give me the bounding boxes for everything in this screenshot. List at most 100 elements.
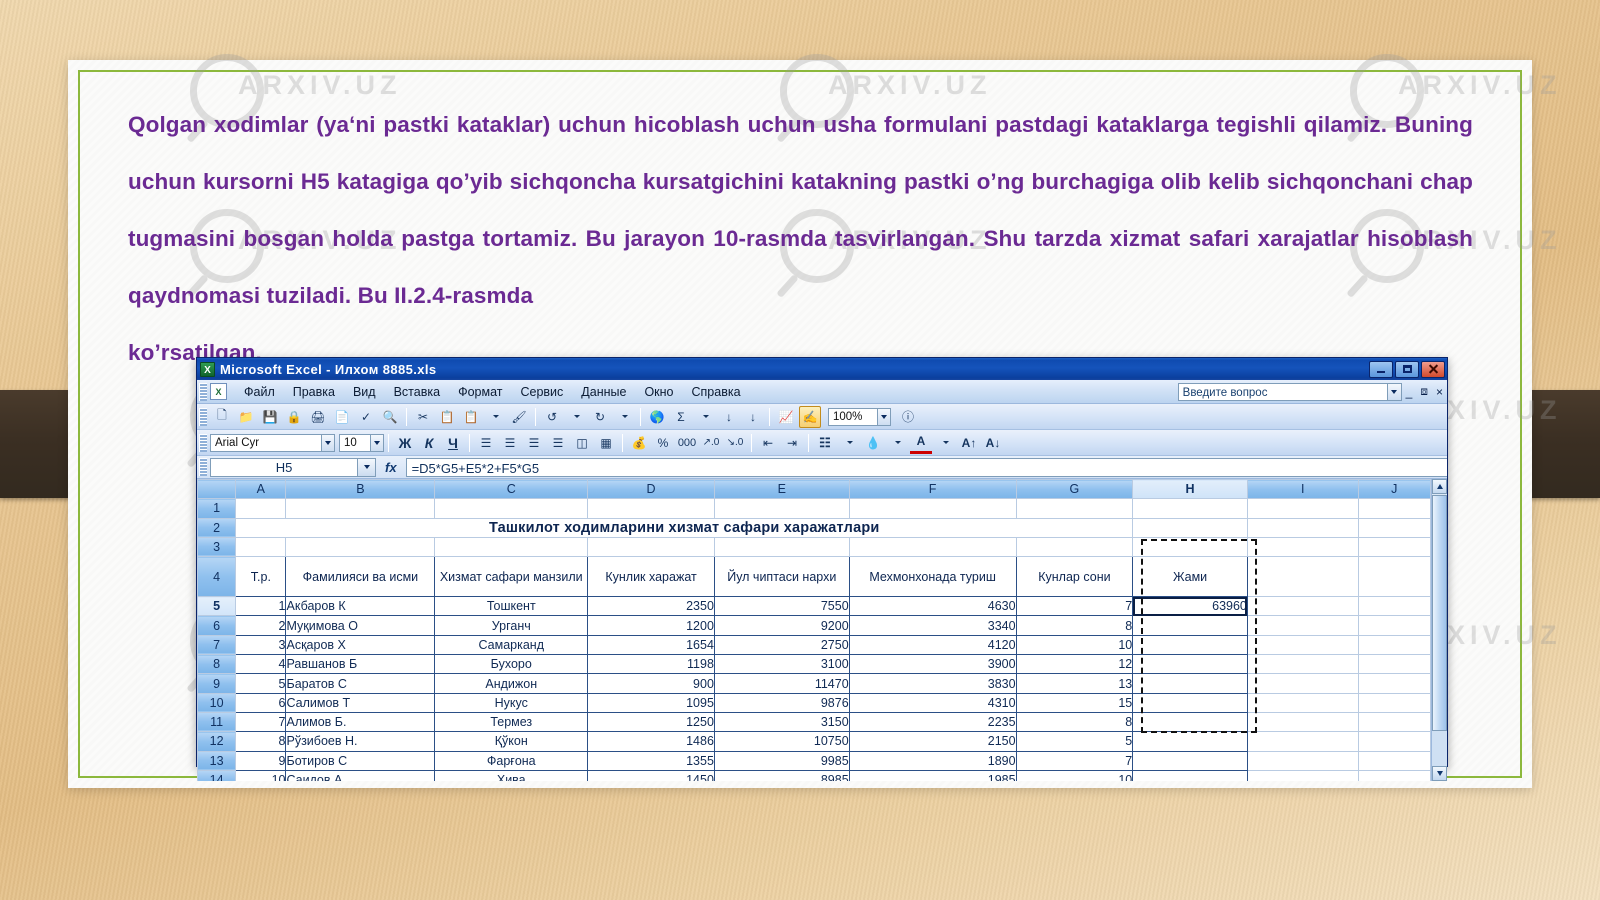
formula-bar-drag-handle[interactable] xyxy=(199,458,207,476)
cell-f4-hotel[interactable]: Мехмонхонада туриш xyxy=(848,556,1017,598)
menu-item-help[interactable]: Справка xyxy=(683,383,750,401)
chart-icon[interactable]: 📈 xyxy=(775,406,797,428)
cell-f7[interactable]: 4120 xyxy=(848,634,1017,656)
borders-icon[interactable]: ☷ xyxy=(814,432,836,454)
cell-i9[interactable] xyxy=(1246,673,1359,694)
cell-d5[interactable]: 2350 xyxy=(587,596,715,617)
paste-icon[interactable]: 📋 xyxy=(460,406,482,428)
row-header-13[interactable]: 13 xyxy=(197,750,237,771)
cell-i5[interactable] xyxy=(1246,596,1359,617)
cell-h5-active[interactable]: 63960 xyxy=(1132,596,1248,617)
cell-i11[interactable] xyxy=(1246,711,1359,733)
cell-j3[interactable] xyxy=(1357,536,1431,558)
cell-c4-destination[interactable]: Хизмат сафари манзили xyxy=(434,556,589,598)
cell-d10[interactable]: 1095 xyxy=(587,692,715,713)
cell-a4-tr[interactable]: Т.р. xyxy=(235,556,287,598)
cell-c8[interactable]: Бухоро xyxy=(434,654,589,675)
cell-c12[interactable]: Қўкон xyxy=(434,731,589,752)
comma-style-icon[interactable]: 000 xyxy=(676,432,698,454)
justify-icon[interactable]: ☰ xyxy=(547,432,569,454)
decrease-decimal-icon[interactable]: ↘.0 xyxy=(724,432,746,454)
menu-item-data[interactable]: Данные xyxy=(572,383,635,401)
align-left-icon[interactable]: ☰ xyxy=(475,432,497,454)
cell-b6[interactable]: Муқимова О xyxy=(285,615,436,636)
row-header-11[interactable]: 11 xyxy=(197,711,237,733)
row-header-3[interactable]: 3 xyxy=(197,536,237,558)
merge-center-icon[interactable]: ◫ xyxy=(571,432,593,454)
cell-c13[interactable]: Фарғона xyxy=(434,750,589,771)
cell-j11[interactable] xyxy=(1357,711,1431,733)
name-box[interactable]: H5 xyxy=(210,457,358,477)
sort-asc-icon[interactable]: ↓ xyxy=(718,406,740,428)
cell-a13[interactable]: 9 xyxy=(235,750,287,771)
cell-d13[interactable]: 1355 xyxy=(587,750,715,771)
cell-a12[interactable]: 8 xyxy=(235,731,287,752)
autosum-dropdown-icon[interactable] xyxy=(694,406,716,428)
column-header-j[interactable]: J xyxy=(1357,479,1431,500)
paste-dropdown-icon[interactable] xyxy=(484,406,506,428)
bold-button[interactable]: Ж xyxy=(394,432,416,454)
font-size-value[interactable]: 10 xyxy=(339,433,371,452)
cell-d9[interactable]: 900 xyxy=(587,673,715,694)
cell-sheet-title[interactable]: Ташкилот ходимларини хизмат сафари хараж… xyxy=(235,517,1134,538)
column-header-d[interactable]: D xyxy=(587,479,715,500)
cell-c5[interactable]: Тошкент xyxy=(434,596,589,617)
cell-f3[interactable] xyxy=(848,536,1017,558)
currency-icon[interactable]: 💰 xyxy=(628,432,650,454)
cell-f9[interactable]: 3830 xyxy=(848,673,1017,694)
cell-d3[interactable] xyxy=(587,536,715,558)
cell-h7[interactable] xyxy=(1132,634,1248,656)
column-header-h[interactable]: H xyxy=(1132,479,1248,500)
cell-h10[interactable] xyxy=(1132,692,1248,713)
copy-icon[interactable]: 📋 xyxy=(436,406,458,428)
cell-h6[interactable] xyxy=(1132,615,1248,636)
cell-a1[interactable] xyxy=(235,498,287,519)
cell-a8[interactable]: 4 xyxy=(235,654,287,675)
close-doc-button[interactable]: × xyxy=(1432,385,1447,399)
cell-h2[interactable] xyxy=(1132,517,1248,538)
column-header-g[interactable]: G xyxy=(1015,479,1134,500)
print-icon[interactable]: 🖨 xyxy=(307,406,329,428)
cell-c1[interactable] xyxy=(434,498,589,519)
cell-f14[interactable]: 1985 xyxy=(848,769,1017,781)
cell-c3[interactable] xyxy=(434,536,589,558)
fill-color-dropdown-icon[interactable] xyxy=(886,432,908,454)
minimize-doc-button[interactable]: _ xyxy=(1402,385,1417,399)
cell-f13[interactable]: 1890 xyxy=(848,750,1017,771)
cell-g12[interactable]: 5 xyxy=(1015,731,1134,752)
shrink-font-icon[interactable]: A↓ xyxy=(982,432,1004,454)
save-icon[interactable]: 💾 xyxy=(259,406,281,428)
cell-b8[interactable]: Равшанов Б xyxy=(285,654,436,675)
cell-j9[interactable] xyxy=(1357,673,1431,694)
cell-h14[interactable] xyxy=(1132,769,1248,781)
cell-c7[interactable]: Самарканд xyxy=(434,634,589,656)
increase-decimal-icon[interactable]: ↗.0 xyxy=(700,432,722,454)
increase-indent-icon[interactable]: ⇥ xyxy=(781,432,803,454)
row-header-6[interactable]: 6 xyxy=(197,615,237,636)
row-header-2[interactable]: 2 xyxy=(197,517,237,538)
cell-d12[interactable]: 1486 xyxy=(587,731,715,752)
zoom-dropdown-icon[interactable] xyxy=(878,407,891,426)
row-header-7[interactable]: 7 xyxy=(197,634,237,656)
cell-h12[interactable] xyxy=(1132,731,1248,752)
cell-d14[interactable]: 1450 xyxy=(587,769,715,781)
cell-f1[interactable] xyxy=(848,498,1017,519)
cell-e4-ticket[interactable]: Йул чиптаси нархи xyxy=(713,556,850,598)
sort-desc-icon[interactable]: ↓ xyxy=(742,406,764,428)
italic-button[interactable]: К xyxy=(418,432,440,454)
cell-i10[interactable] xyxy=(1246,692,1359,713)
row-header-8[interactable]: 8 xyxy=(197,654,237,675)
cell-e7[interactable]: 2750 xyxy=(713,634,850,656)
font-color-icon[interactable]: A xyxy=(910,432,932,454)
cell-h3[interactable] xyxy=(1132,536,1248,558)
cell-h13[interactable] xyxy=(1132,750,1248,771)
cell-j8[interactable] xyxy=(1357,654,1431,675)
print-preview-icon[interactable]: 📄 xyxy=(331,406,353,428)
format-painter-icon[interactable]: 🖌 xyxy=(508,406,530,428)
cell-e10[interactable]: 9876 xyxy=(713,692,850,713)
cell-j6[interactable] xyxy=(1357,615,1431,636)
cell-d7[interactable]: 1654 xyxy=(587,634,715,656)
cell-j13[interactable] xyxy=(1357,750,1431,771)
cell-e8[interactable]: 3100 xyxy=(713,654,850,675)
cell-d11[interactable]: 1250 xyxy=(587,711,715,733)
